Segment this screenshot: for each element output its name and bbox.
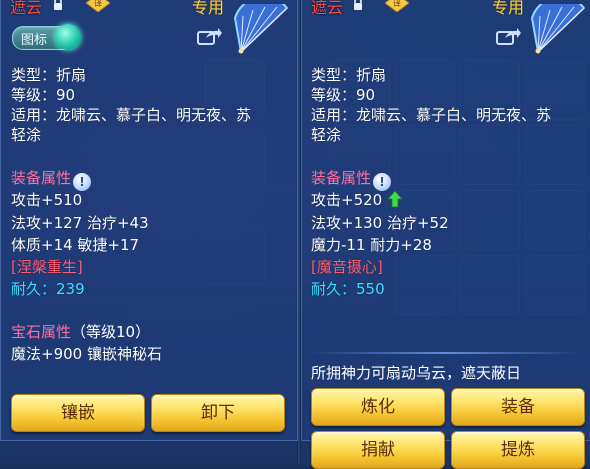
description-divider [311, 352, 581, 354]
right-exclusive-tag: 专用 [492, 0, 525, 17]
left-attr-2: 法攻+127 治疗+43 [11, 214, 149, 232]
svg-text:译: 译 [94, 0, 102, 8]
left-item-title: 遮云 [10, 0, 43, 17]
fan-icon [530, 4, 586, 54]
lock-icon [54, 0, 62, 10]
share-icon[interactable] [196, 26, 222, 46]
left-item-suitable: 适用：龙啸云、慕子白、明无夜、苏 [11, 106, 252, 124]
right-attr-1: 攻击+520 [311, 191, 383, 209]
right-attr-2: 法攻+130 治疗+52 [311, 214, 449, 232]
seal-icon: 译 [385, 0, 409, 12]
left-attr-header-label: 装备属性 [11, 169, 72, 187]
share-icon[interactable] [495, 26, 521, 46]
left-durability-label: 耐久： [11, 280, 57, 298]
left-special-skill: [涅槃重生] [11, 258, 83, 276]
left-exclusive-tag: 专用 [192, 0, 225, 17]
inlay-button[interactable]: 镶嵌 [11, 394, 145, 432]
right-item-suitable-cont: 轻涂 [311, 126, 342, 144]
icon-toggle-label: 图标 [21, 33, 48, 48]
refine-button[interactable]: 炼化 [311, 388, 445, 426]
right-item-type: 类型：折扇 [311, 66, 387, 84]
toggle-knob [55, 24, 81, 50]
equip-button[interactable]: 装备 [451, 388, 585, 426]
right-attr-3: 魔力-11 耐力+28 [311, 236, 432, 254]
info-icon[interactable]: ! [373, 173, 392, 191]
info-icon[interactable]: ! [73, 173, 92, 191]
left-gem-attr: 魔法+900 镶嵌神秘石 [11, 345, 162, 363]
right-durability: 耐久：550 [311, 279, 385, 299]
left-durability: 耐久：239 [11, 279, 85, 299]
right-durability-label: 耐久： [311, 280, 357, 298]
svg-text:译: 译 [393, 0, 401, 8]
seal-icon: 译 [86, 0, 110, 12]
lock-icon [354, 0, 362, 10]
left-gem-header-label: 宝石属性 [11, 323, 72, 341]
item-description: 所拥神力可扇动乌云，遮天蔽日 [311, 364, 522, 382]
right-attr-header: 装备属性! [311, 168, 392, 191]
right-durability-value: 550 [356, 280, 385, 298]
left-item-type: 类型：折扇 [11, 66, 87, 84]
fan-icon [233, 4, 289, 54]
unload-button[interactable]: 卸下 [151, 394, 285, 432]
left-attr-1: 攻击+510 [11, 191, 83, 209]
left-attr-3: 体质+14 敏捷+17 [11, 236, 140, 254]
left-attr-header: 装备属性! [11, 168, 92, 191]
right-special-skill: [魔音摄心] [311, 258, 383, 276]
right-attr-header-label: 装备属性 [311, 169, 372, 187]
left-item-suitable-cont: 轻涂 [11, 126, 42, 144]
left-gem-header: 宝石属性（等级10） [11, 322, 150, 342]
donate-button[interactable]: 捐献 [311, 431, 445, 469]
icon-toggle[interactable]: 图标 [12, 24, 81, 50]
extract-button[interactable]: 提炼 [451, 431, 585, 469]
left-item-level: 等级：90 [11, 86, 76, 104]
left-durability-value: 239 [56, 280, 85, 298]
right-item-level: 等级：90 [311, 86, 376, 104]
right-item-title: 遮云 [311, 0, 344, 17]
right-item-suitable: 适用：龙啸云、慕子白、明无夜、苏 [311, 106, 552, 124]
up-arrow-icon [388, 191, 402, 207]
left-gem-level: （等级10） [71, 323, 151, 341]
